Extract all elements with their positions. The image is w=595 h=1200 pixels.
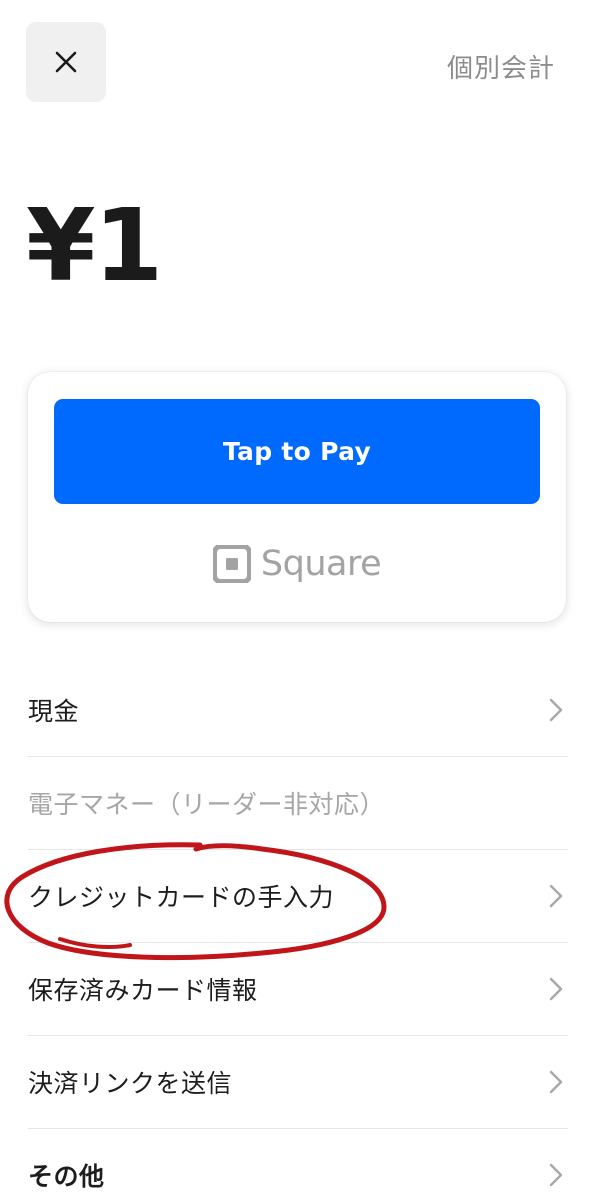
menu-item-label: クレジットカードの手入力 (28, 883, 335, 912)
menu-item-manual-card-entry[interactable]: クレジットカードの手入力 (28, 850, 568, 943)
chevron-right-icon (549, 884, 563, 908)
chevron-right-icon (549, 698, 563, 722)
menu-item-other[interactable]: その他 (28, 1129, 568, 1200)
payment-card: Tap to Pay Square (28, 372, 566, 622)
split-bill-link[interactable]: 個別会計 (447, 48, 555, 85)
chevron-right-icon (549, 977, 563, 1001)
square-brand-name: Square (260, 544, 382, 584)
payment-method-list: 現金 電子マネー（リーダー非対応） クレジットカードの手入力 保存済みカード情報… (28, 664, 568, 1200)
close-icon (55, 51, 77, 73)
menu-item-label: 保存済みカード情報 (28, 976, 258, 1005)
tap-to-pay-button[interactable]: Tap to Pay (54, 399, 540, 504)
menu-item-label: その他 (28, 1162, 105, 1191)
menu-item-label: 決済リンクを送信 (28, 1069, 233, 1098)
square-brand: Square (28, 542, 566, 586)
close-button[interactable] (26, 22, 106, 102)
amount-display: ¥1 (26, 187, 163, 304)
chevron-right-icon (549, 1163, 563, 1187)
menu-item-label: 電子マネー（リーダー非対応） (28, 790, 386, 819)
menu-item-label: 現金 (28, 697, 80, 726)
menu-item-send-payment-link[interactable]: 決済リンクを送信 (28, 1036, 568, 1129)
menu-item-e-money: 電子マネー（リーダー非対応） (28, 757, 568, 850)
payment-screen: 個別会計 ¥1 Tap to Pay Square 現金 電子マネー（リーダー非… (0, 0, 595, 1200)
menu-item-saved-card[interactable]: 保存済みカード情報 (28, 943, 568, 1036)
square-logo-icon (212, 545, 251, 583)
menu-item-cash[interactable]: 現金 (28, 664, 568, 757)
chevron-right-icon (549, 1070, 563, 1094)
